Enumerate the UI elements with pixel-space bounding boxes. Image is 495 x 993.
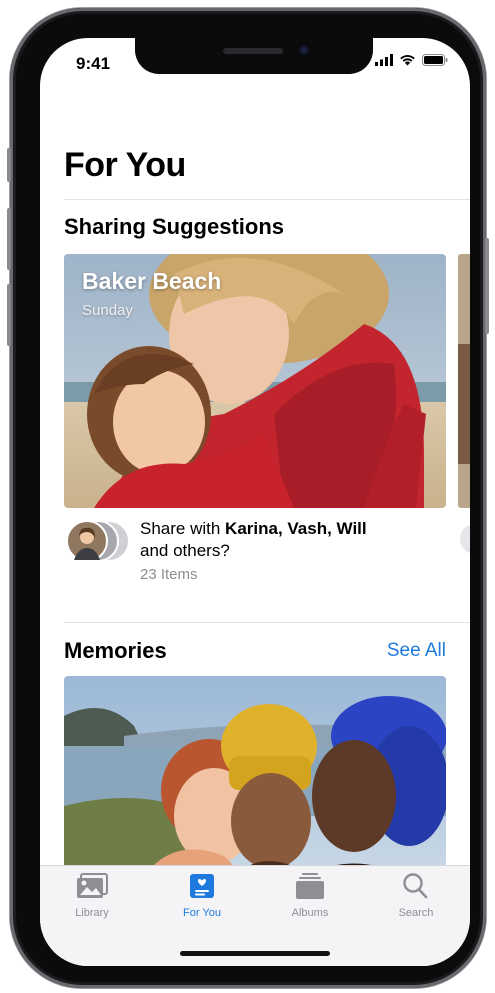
memory-card[interactable] xyxy=(64,676,446,876)
share-prompt[interactable]: Share with Karina, Vash, Will and others… xyxy=(140,518,367,562)
title-divider xyxy=(64,199,470,200)
card-subtitle: Sunday xyxy=(82,302,133,319)
tab-for-you[interactable]: For You xyxy=(152,872,252,919)
page-title: For You xyxy=(64,146,186,184)
front-camera xyxy=(299,45,309,55)
tab-albums[interactable]: Albums xyxy=(260,872,360,919)
section-divider xyxy=(64,622,470,623)
phone-screen: 9:41 For You Sharing Suggestions Baker B… xyxy=(40,38,470,966)
share-suffix: and others? xyxy=(140,541,230,560)
photo-library-icon xyxy=(77,873,108,898)
albums-icon xyxy=(296,873,324,899)
search-icon xyxy=(403,873,428,899)
next-suggestion-card-peek[interactable] xyxy=(458,254,470,508)
shared-people-avatars[interactable] xyxy=(66,520,130,562)
card-title: Baker Beach xyxy=(82,268,222,294)
share-prefix: Share with xyxy=(140,519,226,538)
cellular-signal-icon xyxy=(375,54,393,66)
home-indicator[interactable] xyxy=(180,951,330,956)
person-avatar-icon xyxy=(74,527,100,560)
volume-down-button xyxy=(7,284,11,346)
tab-search[interactable]: Search xyxy=(366,872,466,919)
volume-up-button xyxy=(7,208,11,270)
power-button xyxy=(485,238,489,334)
mute-switch xyxy=(7,148,11,182)
see-all-link[interactable]: See All xyxy=(387,640,446,662)
tab-library[interactable]: Library xyxy=(42,872,142,919)
battery-icon xyxy=(422,54,448,66)
next-avatar-peek xyxy=(460,524,470,554)
tab-label-search: Search xyxy=(398,907,434,919)
memory-photo xyxy=(64,676,446,876)
wifi-icon xyxy=(400,55,415,66)
avatar xyxy=(66,520,108,562)
tab-bar: Library For You Albums Search xyxy=(40,865,470,966)
tab-label-library: Library xyxy=(75,907,109,919)
tab-label-for-you: For You xyxy=(183,907,221,919)
notch xyxy=(135,38,373,74)
status-icons xyxy=(375,54,448,66)
memories-heading: Memories xyxy=(64,638,167,663)
next-card-photo xyxy=(458,254,470,508)
status-time: 9:41 xyxy=(76,54,111,73)
sharing-suggestions-heading: Sharing Suggestions xyxy=(64,214,285,239)
share-names: Karina, Vash, Will xyxy=(225,519,367,538)
tab-label-albums: Albums xyxy=(291,907,329,919)
for-you-icon xyxy=(190,874,214,898)
earpiece-speaker xyxy=(223,48,283,54)
sharing-suggestion-card[interactable]: Baker Beach Sunday xyxy=(64,254,446,508)
items-count: 23 Items xyxy=(140,566,198,583)
